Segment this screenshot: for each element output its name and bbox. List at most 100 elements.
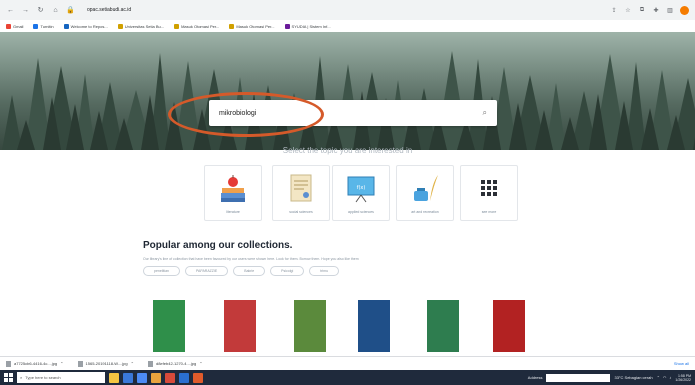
chevron-up-icon[interactable]: ⌃	[131, 361, 134, 366]
lock-icon: 🔒	[66, 7, 75, 14]
extensions-icon[interactable]: ⧉	[638, 6, 646, 14]
back-arrow-icon[interactable]: ←	[6, 6, 15, 15]
file-icon	[77, 360, 83, 367]
show-all-downloads-link[interactable]: Show all	[674, 361, 689, 366]
topic-label: applied sciences	[348, 210, 374, 214]
download-item[interactable]: 1565-20191118-W....jpg ⌃	[77, 360, 134, 367]
svg-text:f(x): f(x)	[357, 185, 366, 191]
apple-books-icon	[221, 175, 245, 202]
download-item[interactable]: a7725cb6-4416-4c....jpg ⌃	[6, 360, 64, 367]
university-icon	[229, 23, 235, 29]
file-icon	[6, 360, 11, 367]
repository-icon	[63, 23, 69, 29]
topic-social-sciences[interactable]: social sciences	[272, 165, 330, 221]
topic-label: literature	[226, 210, 240, 214]
reload-icon[interactable]: ↻	[36, 6, 45, 15]
address-toolbar-label: Address	[527, 375, 543, 380]
system-tray: ⌃ ◠ ♪	[657, 375, 672, 380]
folder-icon[interactable]	[151, 372, 161, 383]
book-card[interactable]	[480, 295, 538, 353]
grid-dots-icon	[481, 180, 497, 196]
sidebar-icon[interactable]: ▥	[666, 6, 674, 14]
search-input[interactable]: mikrobiologi	[219, 110, 483, 117]
taskbar-search[interactable]: ⌕ Type here to search	[17, 372, 105, 383]
word-icon[interactable]	[179, 372, 189, 383]
bookmark-item[interactable]: Masuk Otomasi Per...	[174, 23, 219, 29]
address-bar[interactable]: opac.setiabudi.ac.id	[87, 7, 131, 13]
home-icon[interactable]: ⌂	[51, 6, 60, 15]
topic-label: art and recreation	[411, 210, 439, 214]
browser-toolbar: ← → ↻ ⌂ 🔒 opac.setiabudi.ac.id ⇪ ☆ ⧉ ✚ ▥	[0, 0, 695, 20]
task-view-icon[interactable]	[123, 372, 133, 383]
chrome-icon[interactable]	[137, 372, 147, 383]
star-icon[interactable]: ☆	[624, 6, 632, 14]
university-icon	[117, 23, 123, 29]
forest-background	[0, 32, 695, 150]
chevron-up-icon[interactable]: ⌃	[657, 375, 660, 380]
topic-art-and-recreation[interactable]: art and recreation	[396, 165, 454, 221]
book-card[interactable]	[345, 295, 403, 353]
book-cover	[427, 300, 459, 352]
puzzle-icon[interactable]: ✚	[652, 6, 660, 14]
chevron-up-icon[interactable]: ⌃	[60, 361, 63, 366]
tag-chip[interactable]: Psicolgi	[270, 266, 305, 276]
app-icon[interactable]	[165, 372, 175, 383]
toolbar-right: ⇪ ☆ ⧉ ✚ ▥	[610, 5, 689, 15]
bookmark-item[interactable]: Universitas Setia Bu...	[117, 23, 164, 29]
volume-icon[interactable]: ♪	[669, 375, 671, 380]
syudia-icon	[284, 23, 290, 29]
book-cover	[294, 300, 326, 352]
downloads-bar: a7725cb6-4416-4c....jpg ⌃ 1565-20191118-W…	[0, 356, 695, 370]
book-card[interactable]	[281, 295, 339, 353]
clock-date: 1/26/2022	[675, 377, 691, 382]
topic-label: social sciences	[289, 210, 313, 214]
forward-arrow-icon[interactable]: →	[21, 6, 30, 15]
hero-banner	[0, 32, 695, 150]
book-card[interactable]	[211, 295, 269, 353]
bookmarks-bar: Gmail Turnitin Welcome to Repos... Unive…	[0, 20, 695, 32]
topic-see-more[interactable]: see more	[460, 165, 518, 221]
topics-heading: Select the topic you are interested in	[282, 146, 413, 155]
topic-applied-sciences[interactable]: f(x) applied sciences	[332, 165, 390, 221]
chevron-up-icon[interactable]: ⌃	[199, 361, 202, 366]
ink-quill-icon	[414, 175, 438, 201]
bookmark-item[interactable]: Turnitin	[33, 23, 54, 29]
network-icon[interactable]: ◠	[663, 375, 667, 380]
system-clock[interactable]: 1:58 PM 1/26/2022	[675, 374, 691, 382]
book-card[interactable]	[140, 295, 198, 353]
search-icon: ⌕	[20, 375, 23, 380]
bookmark-item[interactable]: SYUDIA | Sistem Inf...	[284, 23, 331, 29]
popular-description: Our library's line of collection that ha…	[143, 257, 359, 261]
tag-chip[interactable]: trimu	[309, 266, 340, 276]
university-icon	[174, 23, 180, 29]
file-explorer-icon[interactable]	[109, 372, 119, 383]
tag-chip[interactable]: penelitian	[143, 266, 180, 276]
download-item[interactable]: d8efeb42-1270-4....jpg ⌃	[147, 360, 203, 367]
popular-title: Popular among our collections.	[143, 240, 293, 251]
gmail-icon	[6, 23, 11, 29]
tag-chip[interactable]: PAPARAZZIE	[184, 266, 229, 276]
tag-chip[interactable]: Bakrie	[233, 266, 266, 276]
certificate-scroll-icon	[290, 174, 312, 202]
bookmark-item[interactable]: Gmail	[6, 23, 23, 29]
file-icon	[147, 360, 153, 367]
weather-widget[interactable]: 33°C Sebagian cerah	[614, 375, 652, 380]
windows-start-icon[interactable]	[4, 373, 13, 382]
turnitin-icon	[33, 23, 39, 29]
address-toolbar-input[interactable]	[546, 373, 611, 382]
tag-chips: penelitian PAPARAZZIE Bakrie Psicolgi tr…	[143, 266, 340, 276]
book-cover	[358, 300, 390, 352]
topic-literature[interactable]: literature	[204, 165, 262, 221]
book-cover	[493, 300, 525, 352]
book-cover	[224, 300, 256, 352]
profile-avatar[interactable]	[680, 5, 689, 15]
bookmark-item[interactable]: Masuk Otomasi Per...	[229, 23, 275, 29]
search-icon[interactable]: ⌕	[483, 108, 487, 118]
book-card[interactable]	[414, 295, 472, 353]
clock-time: 1:58 PM	[677, 373, 691, 378]
powerpoint-icon[interactable]	[193, 372, 203, 383]
book-cover	[153, 300, 185, 352]
share-icon[interactable]: ⇪	[610, 6, 618, 14]
search-bar[interactable]: mikrobiologi ⌕	[209, 100, 497, 126]
bookmark-item[interactable]: Welcome to Repos...	[63, 23, 108, 29]
